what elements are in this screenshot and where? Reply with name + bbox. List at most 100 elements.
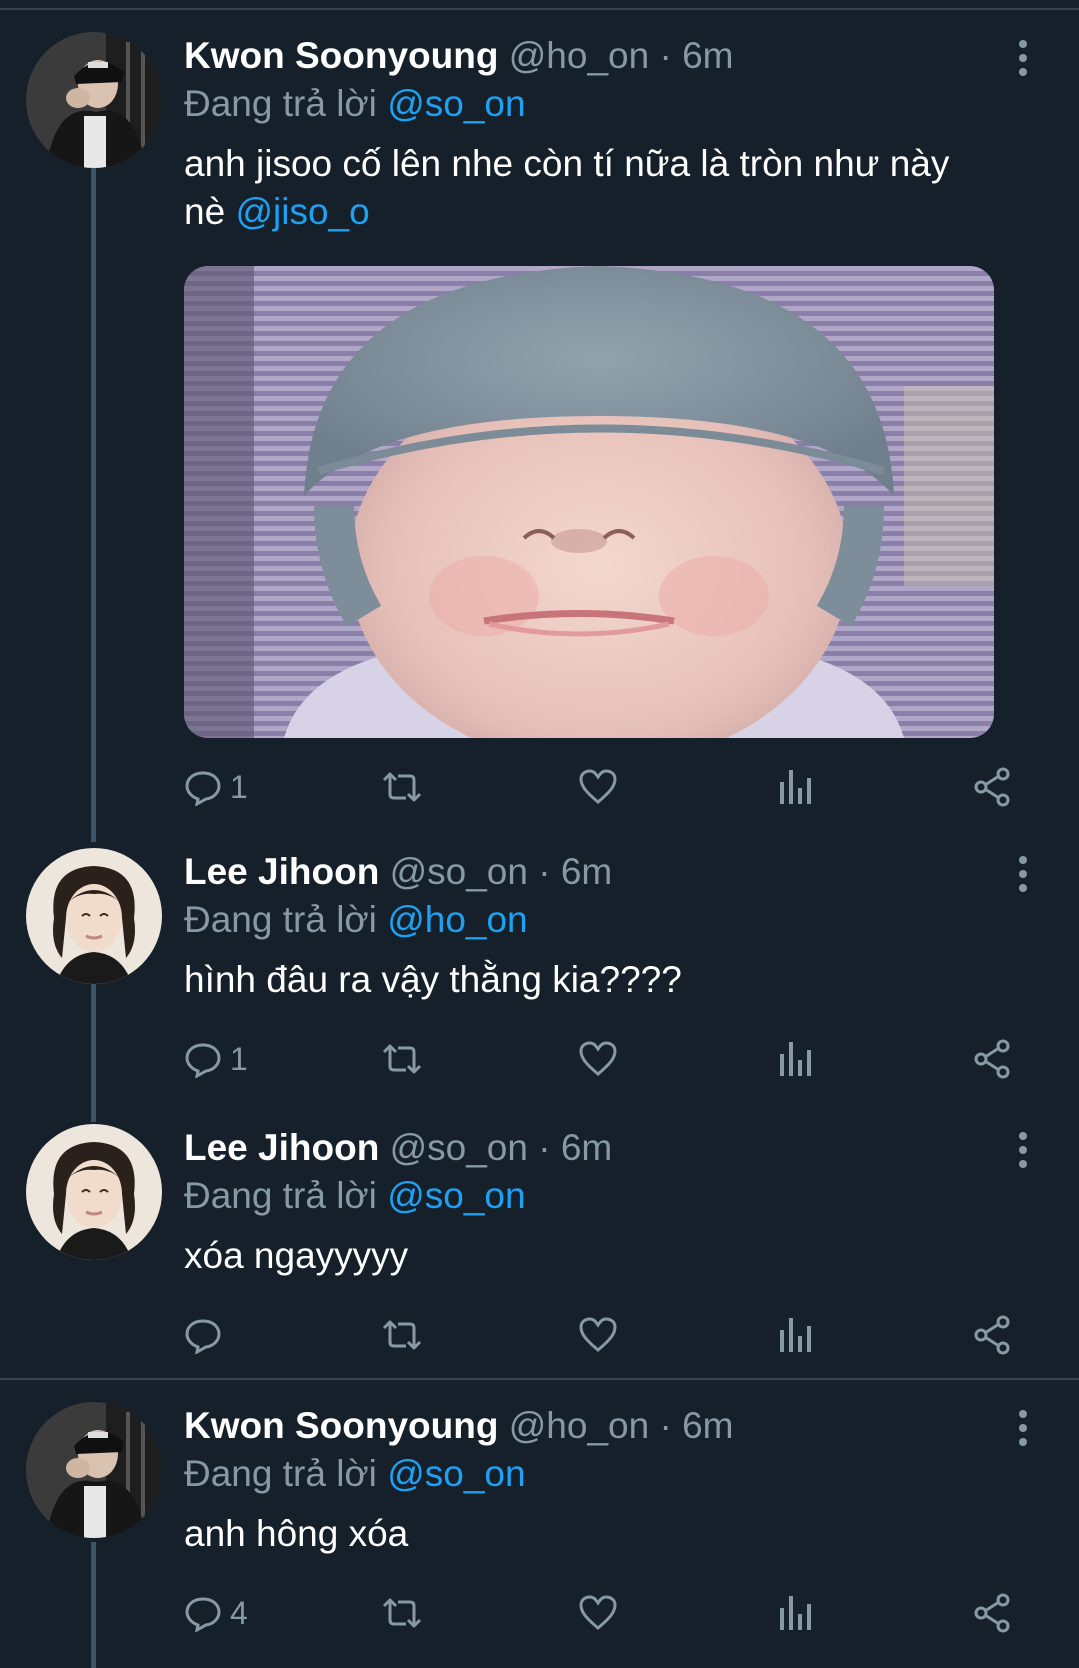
thread-line xyxy=(91,164,96,842)
analytics-button[interactable] xyxy=(778,762,812,812)
tweet-text: anh jisoo cố lên nhe còn tí nữa là tròn … xyxy=(184,140,1014,236)
retweet-icon xyxy=(382,1320,422,1350)
reply-bubble-icon xyxy=(185,1319,221,1354)
reply-context: Đang trả lời @so_on xyxy=(184,80,1014,128)
more-vertical-icon[interactable] xyxy=(1011,856,1035,892)
retweet-button[interactable] xyxy=(380,762,424,812)
tweet-text: anh hông xóa xyxy=(184,1513,409,1554)
reply-prefix: Đang trả lời xyxy=(184,83,377,124)
analytics-icon xyxy=(780,1596,811,1630)
reply-button[interactable] xyxy=(184,1310,230,1360)
tweet-text: xóa ngayyyyy xyxy=(184,1235,409,1276)
avatar[interactable] xyxy=(26,1402,162,1538)
reply-button[interactable]: 4 xyxy=(184,1588,248,1638)
reply-count: 4 xyxy=(230,1594,248,1631)
reply-count: 1 xyxy=(230,1040,248,1077)
reply-button[interactable]: 1 xyxy=(184,1034,248,1084)
share-icon xyxy=(974,1593,1010,1633)
tweet-header: Lee Jihoon @so_on · 6m xyxy=(184,1124,1014,1172)
timestamp[interactable]: 6m xyxy=(561,1127,612,1168)
heart-icon xyxy=(579,1317,617,1352)
retweet-icon xyxy=(382,1044,422,1074)
retweet-icon xyxy=(382,1598,422,1628)
like-button[interactable] xyxy=(578,1034,618,1084)
avatar[interactable] xyxy=(26,1124,162,1260)
analytics-icon xyxy=(780,770,811,804)
username[interactable]: @so_on xyxy=(390,851,528,892)
top-divider xyxy=(0,8,1079,10)
reply-prefix: Đang trả lời xyxy=(184,899,377,940)
username[interactable]: @so_on xyxy=(390,1127,528,1168)
separator: · xyxy=(527,851,561,892)
display-name[interactable]: Lee Jihoon xyxy=(184,1127,379,1168)
like-button[interactable] xyxy=(578,1310,618,1360)
share-button[interactable] xyxy=(972,1310,1012,1360)
retweet-icon xyxy=(382,772,422,802)
separator: · xyxy=(649,35,683,76)
heart-icon xyxy=(579,769,617,804)
tweet-actions xyxy=(184,1310,1014,1360)
tweet-header: Lee Jihoon @so_on · 6m xyxy=(184,848,1014,896)
avatar[interactable] xyxy=(26,848,162,984)
reply-prefix: Đang trả lời xyxy=(184,1175,377,1216)
reply-count: 1 xyxy=(230,768,248,805)
more-vertical-icon[interactable] xyxy=(1011,1132,1035,1168)
reply-bubble-icon xyxy=(185,771,221,806)
reply-context: Đang trả lời @so_on xyxy=(184,1450,1014,1498)
analytics-button[interactable] xyxy=(778,1588,812,1638)
tweet-header: Kwon Soonyoung @ho_on · 6m xyxy=(184,1402,1014,1450)
retweet-button[interactable] xyxy=(380,1310,424,1360)
like-button[interactable] xyxy=(578,762,618,812)
heart-icon xyxy=(579,1041,617,1076)
retweet-button[interactable] xyxy=(380,1034,424,1084)
thread-line xyxy=(91,980,96,1122)
more-vertical-icon[interactable] xyxy=(1011,1410,1035,1446)
tweet-text: hình đâu ra vậy thằng kia???? xyxy=(184,959,682,1000)
display-name[interactable]: Kwon Soonyoung xyxy=(184,35,498,76)
reply-mention[interactable]: @ho_on xyxy=(387,899,527,940)
share-icon xyxy=(974,1315,1010,1355)
tweet-header: Kwon Soonyoung @ho_on · 6m xyxy=(184,32,1014,80)
tweet-text-line: nè @jiso_o xyxy=(184,188,1014,236)
reply-mention[interactable]: @so_on xyxy=(387,83,525,124)
share-button[interactable] xyxy=(972,762,1012,812)
analytics-button[interactable] xyxy=(778,1034,812,1084)
timestamp[interactable]: 6m xyxy=(561,851,612,892)
tweet-text-line: anh jisoo cố lên nhe còn tí nữa là tròn … xyxy=(184,143,950,184)
retweet-button[interactable] xyxy=(380,1588,424,1638)
share-button[interactable] xyxy=(972,1588,1012,1638)
tweet-media-image[interactable] xyxy=(184,266,994,738)
tweet-actions: 1 xyxy=(184,762,1014,812)
reply-context: Đang trả lời @so_on xyxy=(184,1172,1014,1220)
username[interactable]: @ho_on xyxy=(509,35,649,76)
display-name[interactable]: Lee Jihoon xyxy=(184,851,379,892)
reply-bubble-icon xyxy=(185,1597,221,1632)
reply-context: Đang trả lời @ho_on xyxy=(184,896,1014,944)
reply-button[interactable]: 1 xyxy=(184,762,248,812)
analytics-button[interactable] xyxy=(778,1310,812,1360)
thread-line xyxy=(91,1542,96,1668)
thread-divider xyxy=(0,1378,1079,1380)
tweet-text-fragment: nè xyxy=(184,191,226,232)
heart-icon xyxy=(579,1595,617,1630)
avatar[interactable] xyxy=(26,32,162,168)
text-mention[interactable]: @jiso_o xyxy=(235,191,369,232)
more-vertical-icon[interactable] xyxy=(1011,40,1035,76)
reply-mention[interactable]: @so_on xyxy=(387,1175,525,1216)
share-icon xyxy=(974,767,1010,807)
separator: · xyxy=(649,1405,683,1446)
username[interactable]: @ho_on xyxy=(509,1405,649,1446)
analytics-icon xyxy=(780,1318,811,1352)
separator: · xyxy=(527,1127,561,1168)
tweet-actions: 1 xyxy=(184,1034,1014,1084)
reply-prefix: Đang trả lời xyxy=(184,1453,377,1494)
reply-mention[interactable]: @so_on xyxy=(387,1453,525,1494)
share-button[interactable] xyxy=(972,1034,1012,1084)
display-name[interactable]: Kwon Soonyoung xyxy=(184,1405,498,1446)
timestamp[interactable]: 6m xyxy=(682,35,733,76)
timestamp[interactable]: 6m xyxy=(682,1405,733,1446)
analytics-icon xyxy=(780,1042,811,1076)
share-icon xyxy=(974,1039,1010,1079)
reply-bubble-icon xyxy=(185,1043,221,1078)
like-button[interactable] xyxy=(578,1588,618,1638)
